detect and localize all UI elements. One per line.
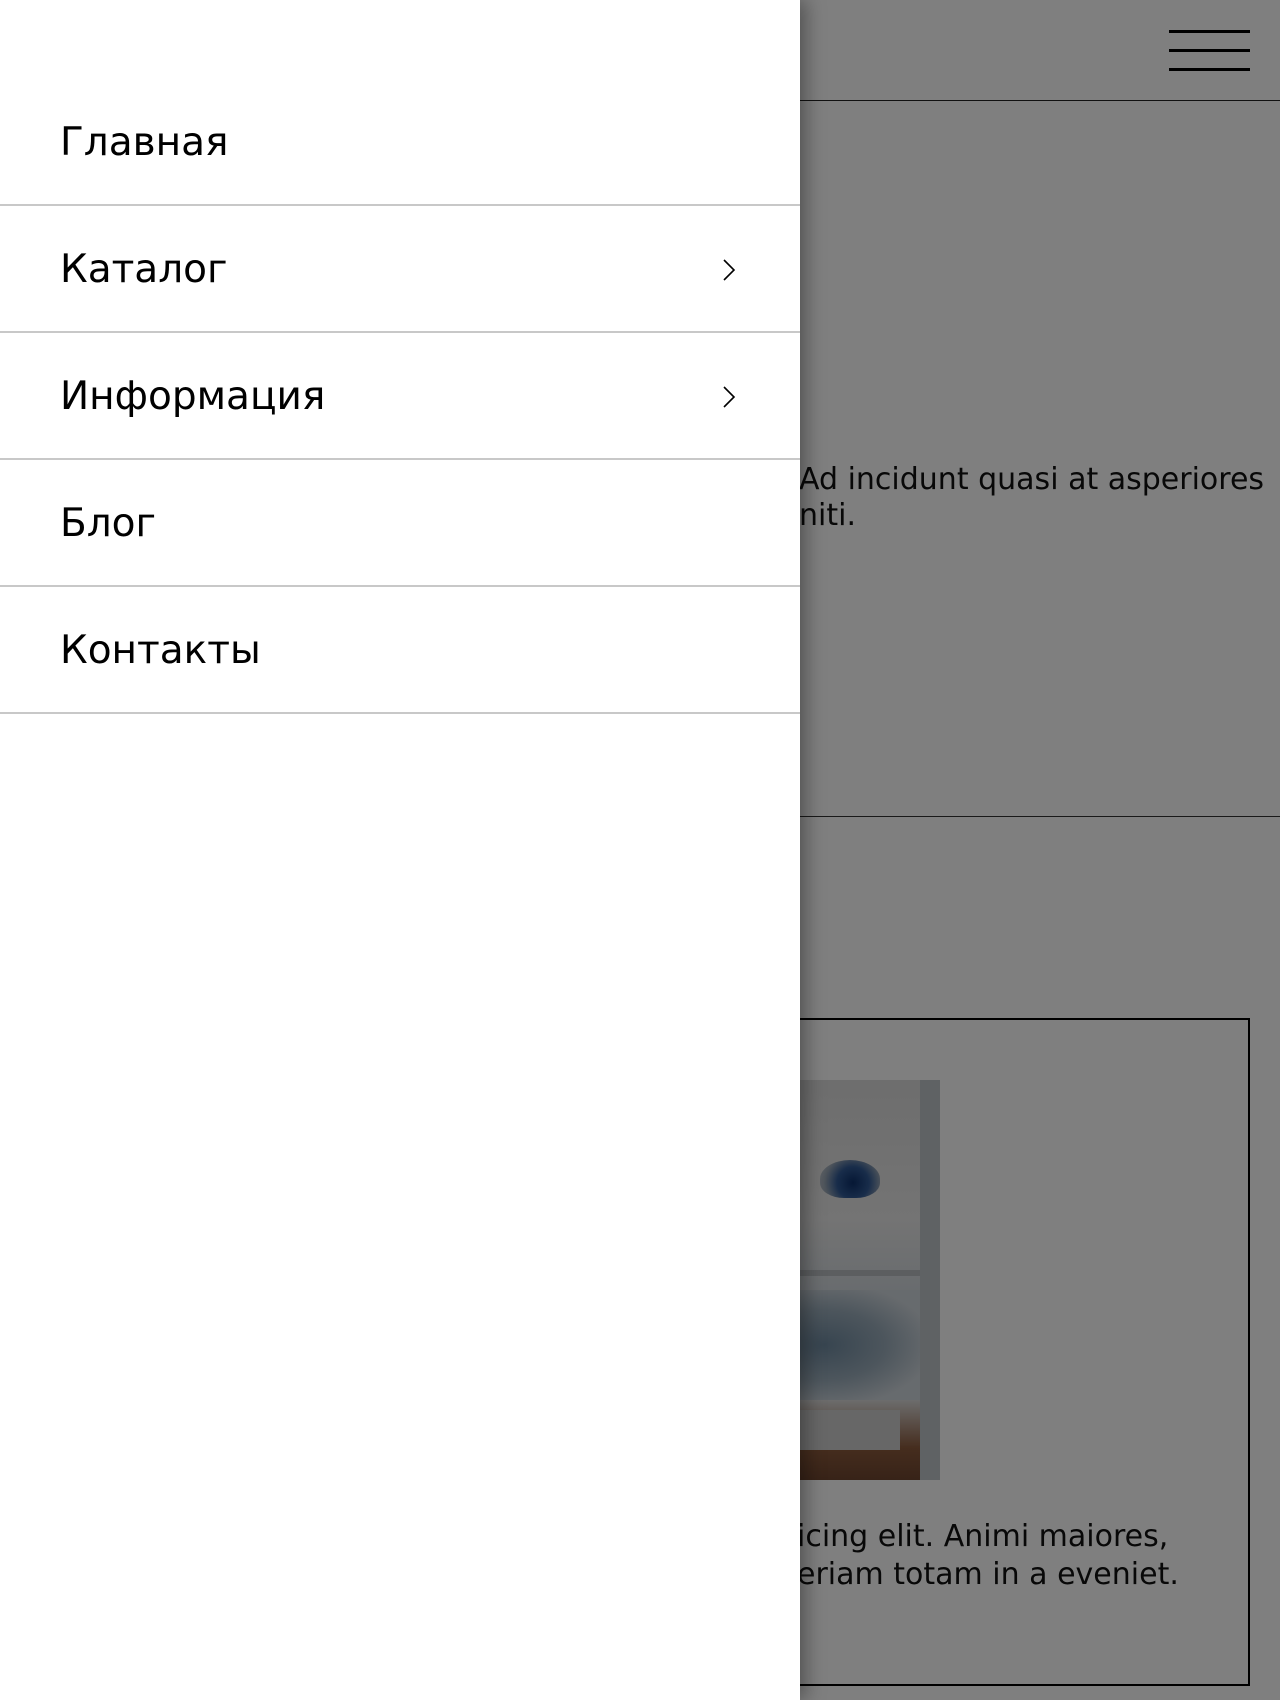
menu-item-home[interactable]: Главная [0,79,800,206]
page: Ad incidunt quasi at asperiores niti. ic… [0,0,1280,1700]
menu-item-label: Главная [60,120,229,165]
chevron-right-icon [723,259,736,281]
menu-item-blog[interactable]: Блог [0,460,800,587]
side-menu-list: Главная Каталог Информация Блог Контакты [0,79,800,714]
menu-item-contacts[interactable]: Контакты [0,587,800,714]
menu-item-catalog[interactable]: Каталог [0,206,800,333]
menu-item-label: Блог [60,501,157,546]
side-menu-drawer: Главная Каталог Информация Блог Контакты [0,0,800,1700]
menu-item-label: Каталог [60,247,228,292]
menu-item-label: Контакты [60,628,261,673]
menu-item-label: Информация [60,374,326,419]
menu-item-information[interactable]: Информация [0,333,800,460]
chevron-right-icon [723,386,736,408]
